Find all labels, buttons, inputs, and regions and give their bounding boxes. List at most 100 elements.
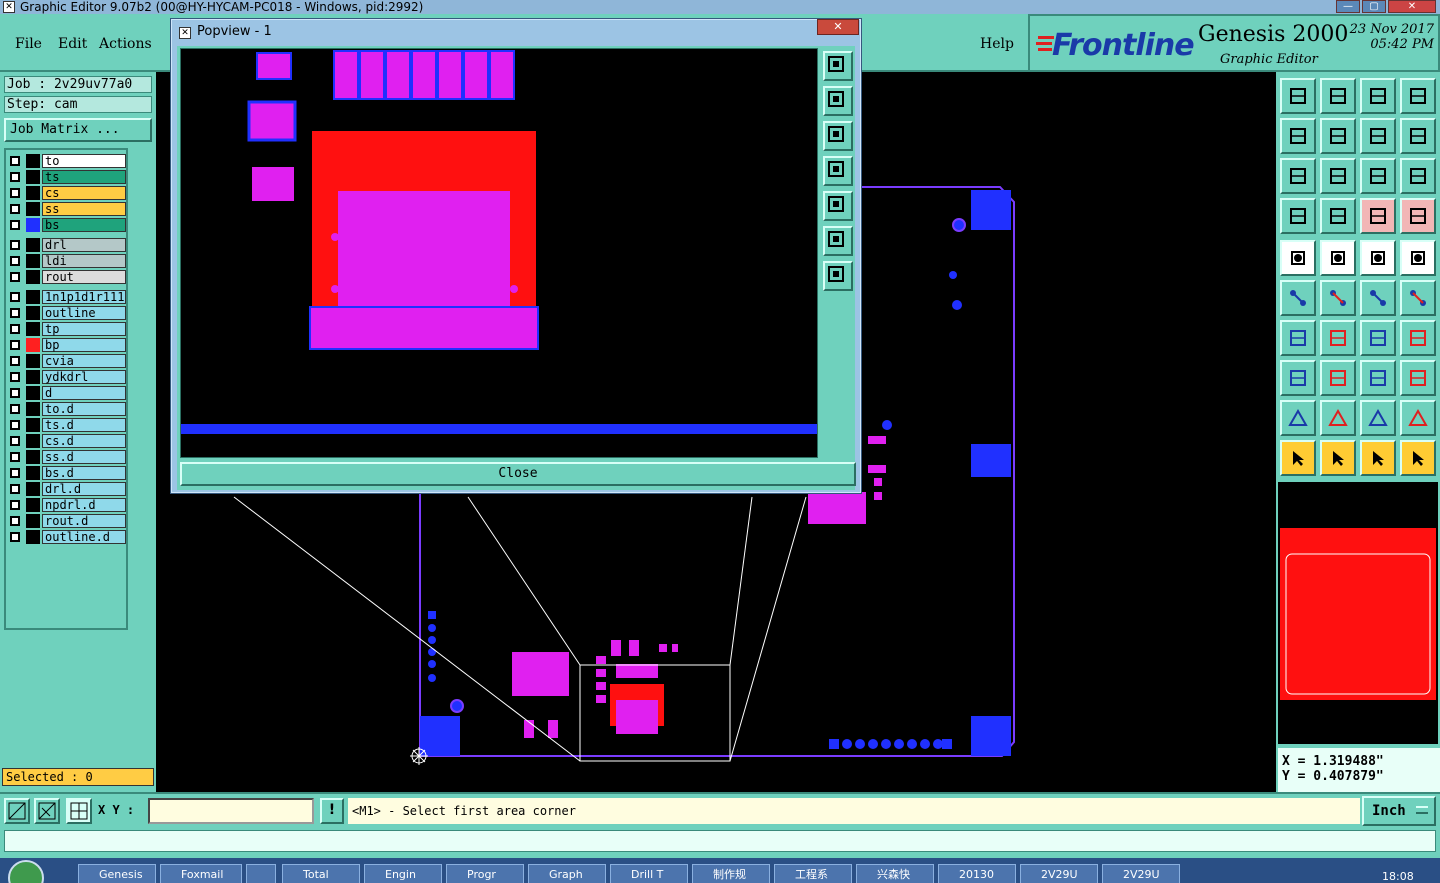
layer-row-cs.d[interactable]: cs.d (8, 434, 126, 448)
menu-help[interactable]: Help (980, 36, 1014, 52)
arc-tool-button[interactable] (1360, 320, 1396, 356)
dimension-button[interactable] (1360, 360, 1396, 396)
popview-pan-right-button[interactable] (823, 191, 853, 221)
layer-display-swatch[interactable] (26, 170, 40, 184)
taskbar-item[interactable]: Genesis (78, 864, 156, 883)
layer-display-swatch[interactable] (26, 238, 40, 252)
layer-row-to.d[interactable]: to.d (8, 402, 126, 416)
layer-checkbox[interactable] (10, 468, 20, 478)
layer-row-rout[interactable]: rout (8, 270, 126, 284)
layer-row-outline.d[interactable]: outline.d (8, 530, 126, 544)
layer-checkbox[interactable] (10, 172, 20, 182)
taskbar-item[interactable]: 2V29U (1102, 864, 1180, 883)
start-button[interactable] (8, 860, 44, 883)
overview-panel[interactable] (1278, 482, 1438, 744)
taskbar-item[interactable]: 制作规 (692, 864, 770, 883)
layer-name[interactable]: cs.d (42, 434, 126, 448)
layer-display-swatch[interactable] (26, 370, 40, 384)
bar-tool-button[interactable] (1320, 360, 1356, 396)
layer-display-swatch[interactable] (26, 354, 40, 368)
layer-row-bp[interactable]: bp (8, 338, 126, 352)
layer-row-ss[interactable]: ss (8, 202, 126, 216)
layer-checkbox[interactable] (10, 340, 20, 350)
layer-name[interactable]: bp (42, 338, 126, 352)
line-tool-button[interactable] (1320, 320, 1356, 356)
net-red-button[interactable] (1360, 198, 1396, 234)
layer-row-cvia[interactable]: cvia (8, 354, 126, 368)
layer-checkbox[interactable] (10, 436, 20, 446)
menu-actions[interactable]: Actions (99, 36, 152, 52)
layer-name[interactable]: outline (42, 306, 126, 320)
select-arrow-button[interactable] (1280, 440, 1316, 476)
triangle-3-button[interactable] (1360, 400, 1396, 436)
triangle-2-button[interactable] (1320, 400, 1356, 436)
layer-checkbox[interactable] (10, 388, 20, 398)
select-net-button[interactable] (1400, 440, 1436, 476)
pad-edit-button[interactable] (1280, 360, 1316, 396)
layer-name[interactable]: ts.d (42, 418, 126, 432)
layer-name[interactable]: bs (42, 218, 126, 232)
layer-checkbox[interactable] (10, 500, 20, 510)
connect-button[interactable] (1280, 280, 1316, 316)
taskbar-item[interactable] (246, 864, 276, 883)
layer-display-swatch[interactable] (26, 322, 40, 336)
layer-display-swatch[interactable] (26, 154, 40, 168)
layer-checkbox[interactable] (10, 532, 20, 542)
ruler-button[interactable] (1360, 240, 1396, 276)
snap-mode-button[interactable] (4, 798, 30, 824)
layer-display-swatch[interactable] (26, 498, 40, 512)
layer-name[interactable]: cvia (42, 354, 126, 368)
layer-name[interactable]: ts (42, 170, 126, 184)
layer-row-d[interactable]: d (8, 386, 126, 400)
popview-pan-left-button[interactable] (823, 156, 853, 186)
maximize-button[interactable]: ▢ (1362, 0, 1386, 13)
layer-checkbox[interactable] (10, 272, 20, 282)
window-close-button[interactable]: ✕ (1388, 0, 1436, 13)
layer-row-ts[interactable]: ts (8, 170, 126, 184)
popview-zoom-home-button[interactable] (823, 51, 853, 81)
popview-zoom-out-button[interactable] (823, 261, 853, 291)
settings-button[interactable] (1280, 198, 1316, 234)
measure-mode-button[interactable] (34, 798, 60, 824)
layer-name[interactable]: bs.d (42, 466, 126, 480)
layer-row-bs.d[interactable]: bs.d (8, 466, 126, 480)
move-feature-button[interactable] (1280, 240, 1316, 276)
layer-row-ts.d[interactable]: ts.d (8, 418, 126, 432)
layer-checkbox[interactable] (10, 324, 20, 334)
zoom-in-button[interactable] (1280, 158, 1316, 194)
zoom-home-button[interactable] (1280, 78, 1316, 114)
sync-button[interactable] (1400, 118, 1436, 154)
grid-mode-button[interactable] (66, 798, 92, 824)
zoom-page-button[interactable] (1320, 78, 1356, 114)
cross-delete-button[interactable] (1320, 280, 1356, 316)
popview-pan-down-button[interactable] (823, 121, 853, 151)
home-button[interactable] (1360, 78, 1396, 114)
angle-line-button[interactable] (1280, 320, 1316, 356)
zoom-1to1-button[interactable] (1360, 158, 1396, 194)
layer-row-cs[interactable]: cs (8, 186, 126, 200)
popview-pan-up-button[interactable] (823, 86, 853, 116)
pan-right-button[interactable] (1320, 118, 1356, 154)
layer-row-outline[interactable]: outline (8, 306, 126, 320)
layer-name[interactable]: tp (42, 322, 126, 336)
layer-name[interactable]: ldi (42, 254, 126, 268)
xy-input[interactable] (148, 798, 314, 824)
taskbar-item[interactable]: 兴森快 (856, 864, 934, 883)
layer-name[interactable]: rout (42, 270, 126, 284)
layer-checkbox[interactable] (10, 256, 20, 266)
layer-name[interactable]: to (42, 154, 126, 168)
minimize-button[interactable]: — (1336, 0, 1360, 13)
layer-name[interactable]: drl (42, 238, 126, 252)
array-tool-button[interactable] (1400, 360, 1436, 396)
layer-checkbox[interactable] (10, 308, 20, 318)
popview-zoom-view[interactable] (180, 48, 818, 458)
taskbar-item[interactable]: Drill T (610, 864, 688, 883)
popview-close-x-button[interactable]: ✕ (817, 19, 859, 35)
layer-row-ydkdrl[interactable]: ydkdrl (8, 370, 126, 384)
layer-name[interactable]: to.d (42, 402, 126, 416)
layer-row-1n1p1d1r111[interactable]: 1n1p1d1r111 (8, 290, 126, 304)
layer-display-swatch[interactable] (26, 306, 40, 320)
select-box-button[interactable] (1320, 440, 1356, 476)
layer-display-swatch[interactable] (26, 402, 40, 416)
taskbar-item[interactable]: Total (282, 864, 360, 883)
